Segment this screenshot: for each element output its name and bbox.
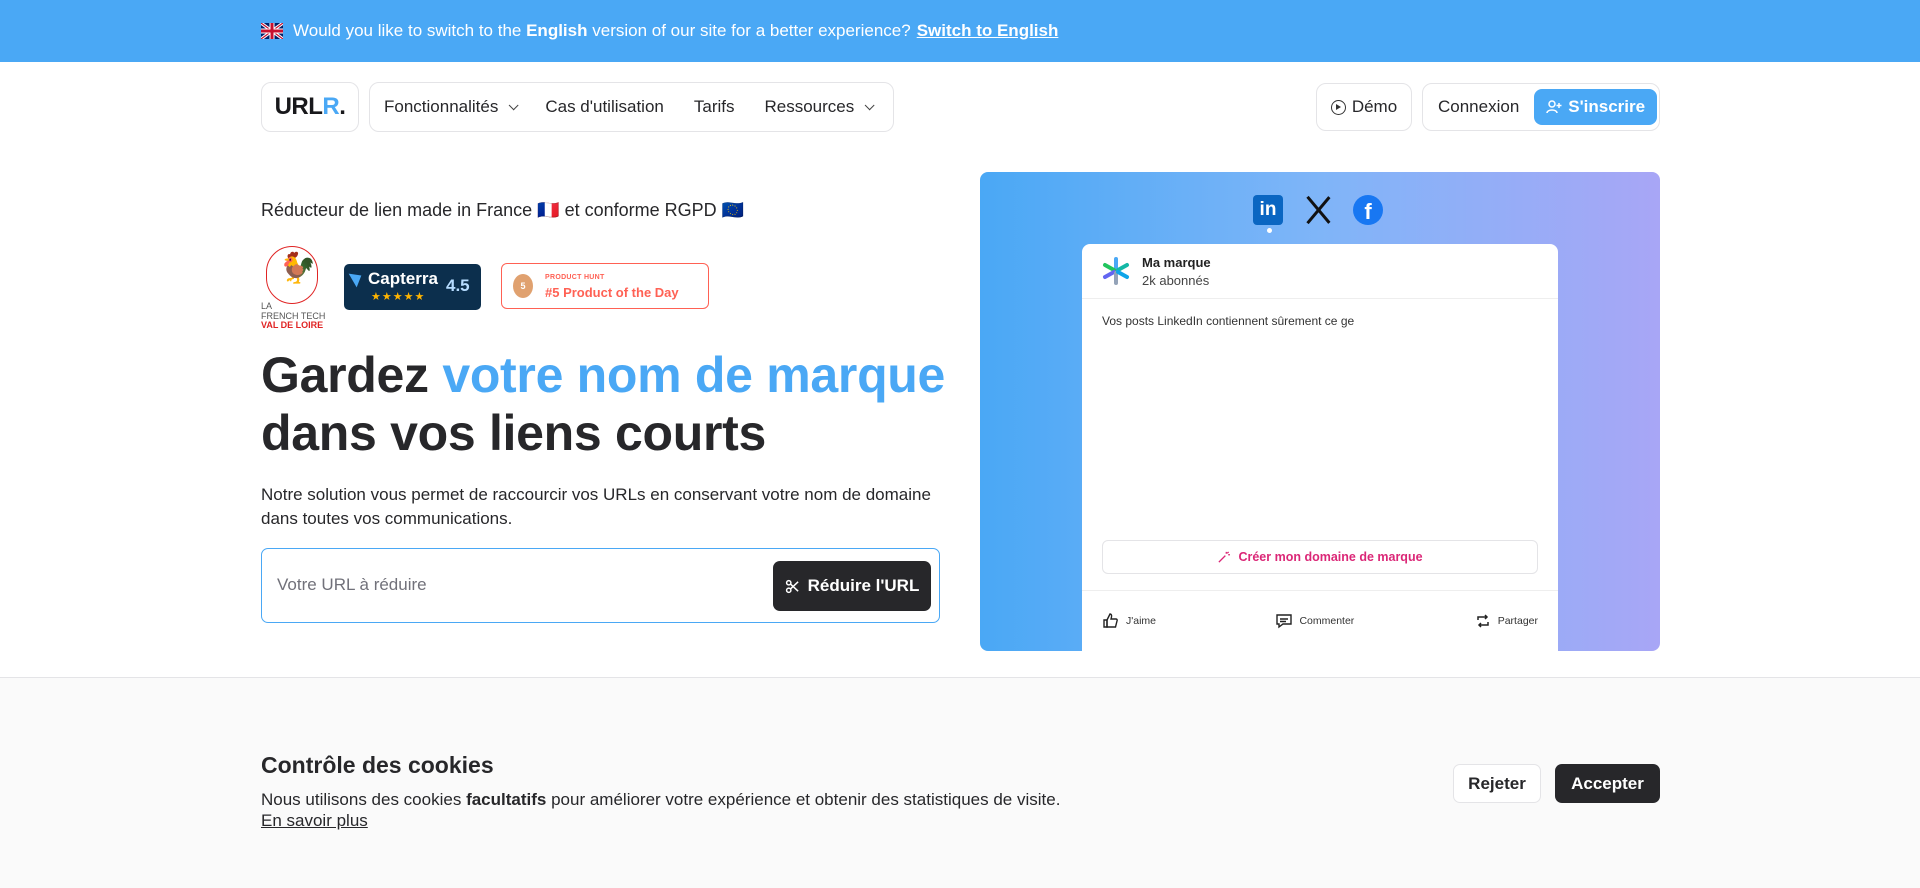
rating-stars: ★★★★★ xyxy=(371,291,426,303)
brand-logo-icon xyxy=(1103,257,1129,285)
scissors-icon xyxy=(785,579,799,593)
menu-item-ressources[interactable]: Ressources xyxy=(765,97,875,117)
hero-title: Gardez votre nom de marque dans vos lien… xyxy=(261,347,946,461)
hero-description: Notre solution vous permet de raccourcir… xyxy=(261,485,931,528)
cookie-text: Nous utilisons des cookies facultatifs p… xyxy=(261,790,1061,809)
switch-to-english-link[interactable]: Switch to English xyxy=(917,21,1059,41)
menu-item-fonctionnalites[interactable]: Fonctionnalités xyxy=(384,97,519,117)
x-icon[interactable] xyxy=(1303,195,1333,225)
social-network-tabs: in f xyxy=(1253,192,1393,228)
banner-text: Would you like to switch to the English … xyxy=(293,21,911,40)
hero-tagline: Réducteur de lien made in France 🇫🇷 et c… xyxy=(261,200,745,220)
main-menu: Fonctionnalités Cas d'utilisation Tarifs… xyxy=(369,82,894,132)
cookie-banner: Contrôle des cookies Nous utilisons des … xyxy=(0,677,1920,888)
user-plus-icon xyxy=(1546,100,1562,114)
menu-item-tarifs[interactable]: Tarifs xyxy=(694,97,735,117)
badges-row: 🐓 LA FRENCH TECH VAL DE LOIRE Capterra ★★… xyxy=(261,246,721,330)
shorten-button[interactable]: Réduire l'URL xyxy=(773,561,931,611)
post-header: Ma marque 2k abonnés xyxy=(1082,244,1558,299)
medal-icon: 5 xyxy=(513,274,533,298)
share-action[interactable]: Partager xyxy=(1474,612,1538,630)
social-preview-panel: in f Ma marque 2k abonnés Vos posts Link… xyxy=(980,172,1660,651)
capterra-badge[interactable]: Capterra ★★★★★ 4.5 xyxy=(344,264,481,310)
cookie-title: Contrôle des cookies xyxy=(261,752,494,778)
magic-wand-icon xyxy=(1218,550,1231,563)
active-tab-indicator xyxy=(1267,228,1272,233)
producthunt-badge[interactable]: 5 PRODUCT HUNT #5 Product of the Day xyxy=(501,263,709,309)
logo[interactable]: URL R. xyxy=(261,82,359,132)
thumbs-up-icon xyxy=(1103,612,1118,628)
accept-cookies-button[interactable]: Accepter xyxy=(1555,764,1660,803)
facebook-icon[interactable]: f xyxy=(1353,195,1383,225)
signup-button[interactable]: S'inscrire xyxy=(1534,89,1658,125)
auth-group: Connexion S'inscrire xyxy=(1422,83,1660,131)
login-link[interactable]: Connexion xyxy=(1438,97,1519,117)
navbar: URL R. Fonctionnalités Cas d'utilisation … xyxy=(261,82,1660,132)
chevron-down-icon xyxy=(509,99,519,110)
frenchtech-badge: 🐓 LA FRENCH TECH VAL DE LOIRE xyxy=(261,246,327,330)
play-icon xyxy=(1330,99,1346,115)
rooster-icon: 🐓 xyxy=(279,252,317,285)
demo-button[interactable]: Démo xyxy=(1316,83,1412,131)
shorten-form: Réduire l'URL xyxy=(261,548,940,623)
comment-action[interactable]: Commenter xyxy=(1275,612,1354,630)
create-brand-domain-button[interactable]: Créer mon domaine de marque xyxy=(1102,540,1538,574)
menu-item-cas-utilisation[interactable]: Cas d'utilisation xyxy=(545,97,664,117)
linkedin-post-card: Ma marque 2k abonnés Vos posts LinkedIn … xyxy=(1082,244,1558,651)
language-banner: Would you like to switch to the English … xyxy=(0,0,1920,62)
capterra-logo-icon xyxy=(348,268,366,288)
uk-flag-icon xyxy=(260,21,284,41)
linkedin-icon[interactable]: in xyxy=(1253,195,1283,225)
reject-cookies-button[interactable]: Rejeter xyxy=(1453,764,1541,803)
like-action[interactable]: J'aime xyxy=(1102,612,1156,630)
url-input[interactable] xyxy=(262,549,772,621)
post-text: Vos posts LinkedIn contiennent sûrement … xyxy=(1102,314,1355,328)
chevron-down-icon xyxy=(864,99,875,110)
post-actions: J'aime Commenter Partager xyxy=(1082,590,1558,650)
learn-more-link[interactable]: En savoir plus xyxy=(261,811,368,831)
repost-icon xyxy=(1476,613,1489,628)
comment-icon xyxy=(1276,613,1293,628)
